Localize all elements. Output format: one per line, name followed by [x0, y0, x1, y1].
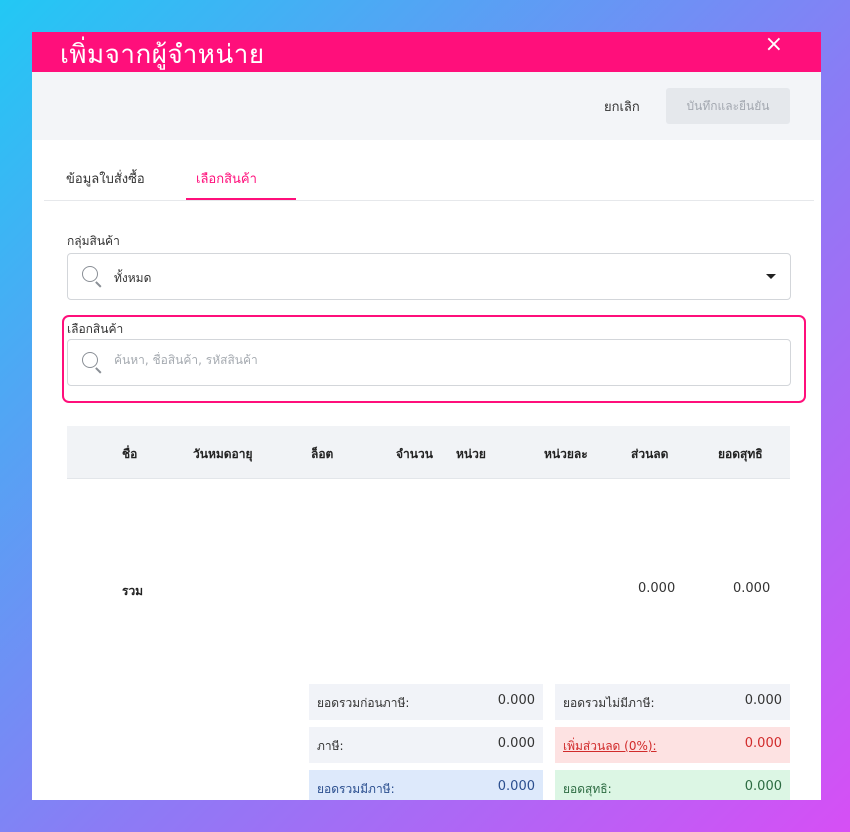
- no-tax-total-label: ยอดรวมไม่มีภาษี:: [563, 696, 655, 710]
- product-search-field[interactable]: [67, 339, 791, 386]
- close-icon[interactable]: ×: [765, 32, 783, 58]
- search-icon: [82, 352, 98, 368]
- tax-label: ภาษี:: [317, 739, 344, 753]
- product-group-value: ทั้งหมด: [114, 271, 152, 285]
- product-search-input[interactable]: [112, 352, 716, 368]
- tab-bar: ข้อมูลใบสั่งซื้อ เลือกสินค้า: [44, 140, 814, 201]
- subtotal-before-tax-value: 0.000: [497, 693, 535, 708]
- subtotal-before-tax-label: ยอดรวมก่อนภาษี:: [317, 696, 410, 710]
- caret-down-icon[interactable]: [766, 274, 776, 279]
- column-header-net: ยอดสุทธิ: [718, 447, 763, 461]
- column-header-lot: ล็อต: [311, 447, 334, 461]
- column-header-quantity: จำนวน: [396, 447, 433, 461]
- add-from-supplier-modal: เพิ่มจากผู้จำหน่าย × ยกเลิก บันทึกและยืน…: [32, 32, 821, 800]
- tax-value: 0.000: [497, 736, 535, 751]
- net-total-label: ยอดสุทธิ:: [563, 782, 612, 796]
- search-icon: [82, 266, 98, 282]
- add-discount-cell: เพิ่มส่วนลด (0%): 0.000: [555, 727, 790, 763]
- no-tax-total-cell: ยอดรวมไม่มีภาษี: 0.000: [555, 684, 790, 720]
- column-header-expiry: วันหมดอายุ: [193, 447, 253, 461]
- total-label: รวม: [122, 584, 144, 598]
- add-discount-link[interactable]: เพิ่มส่วนลด (0%):: [563, 737, 657, 756]
- table-header: ชื่อ วันหมดอายุ ล็อต จำนวน หน่วย หน่วยละ…: [67, 426, 790, 479]
- total-with-tax-cell: ยอดรวมมีภาษี: 0.000: [309, 770, 543, 800]
- no-tax-total-value: 0.000: [744, 693, 782, 708]
- tab-select-products[interactable]: เลือกสินค้า: [196, 168, 257, 189]
- tab-po-info[interactable]: ข้อมูลใบสั่งซื้อ: [66, 168, 145, 189]
- select-product-label: เลือกสินค้า: [67, 322, 124, 336]
- product-group-select[interactable]: ทั้งหมด: [67, 253, 791, 300]
- total-with-tax-value: 0.000: [497, 779, 535, 794]
- total-discount-value: 0.000: [638, 581, 676, 596]
- active-tab-indicator: [186, 198, 296, 200]
- column-header-name: ชื่อ: [122, 447, 138, 461]
- save-and-confirm-button[interactable]: บันทึกและยืนยัน: [666, 88, 790, 124]
- add-discount-value: 0.000: [744, 736, 782, 751]
- table-total-row: รวม 0.000 0.000: [67, 572, 790, 606]
- total-with-tax-label: ยอดรวมมีภาษี:: [317, 782, 395, 796]
- modal-title: เพิ่มจากผู้จำหน่าย: [60, 40, 265, 70]
- modal-toolbar: ยกเลิก บันทึกและยืนยัน: [32, 72, 821, 140]
- column-header-unit: หน่วย: [456, 447, 486, 461]
- net-total-cell: ยอดสุทธิ: 0.000: [555, 770, 790, 800]
- subtotal-before-tax-cell: ยอดรวมก่อนภาษี: 0.000: [309, 684, 543, 720]
- product-group-label: กลุ่มสินค้า: [67, 234, 120, 248]
- total-net-value: 0.000: [733, 581, 771, 596]
- tax-cell: ภาษี: 0.000: [309, 727, 543, 763]
- net-total-value: 0.000: [744, 779, 782, 794]
- column-header-unit-price: หน่วยละ: [544, 447, 588, 461]
- column-header-discount: ส่วนลด: [631, 447, 669, 461]
- modal-header: เพิ่มจากผู้จำหน่าย ×: [32, 32, 821, 72]
- cancel-button[interactable]: ยกเลิก: [604, 96, 640, 117]
